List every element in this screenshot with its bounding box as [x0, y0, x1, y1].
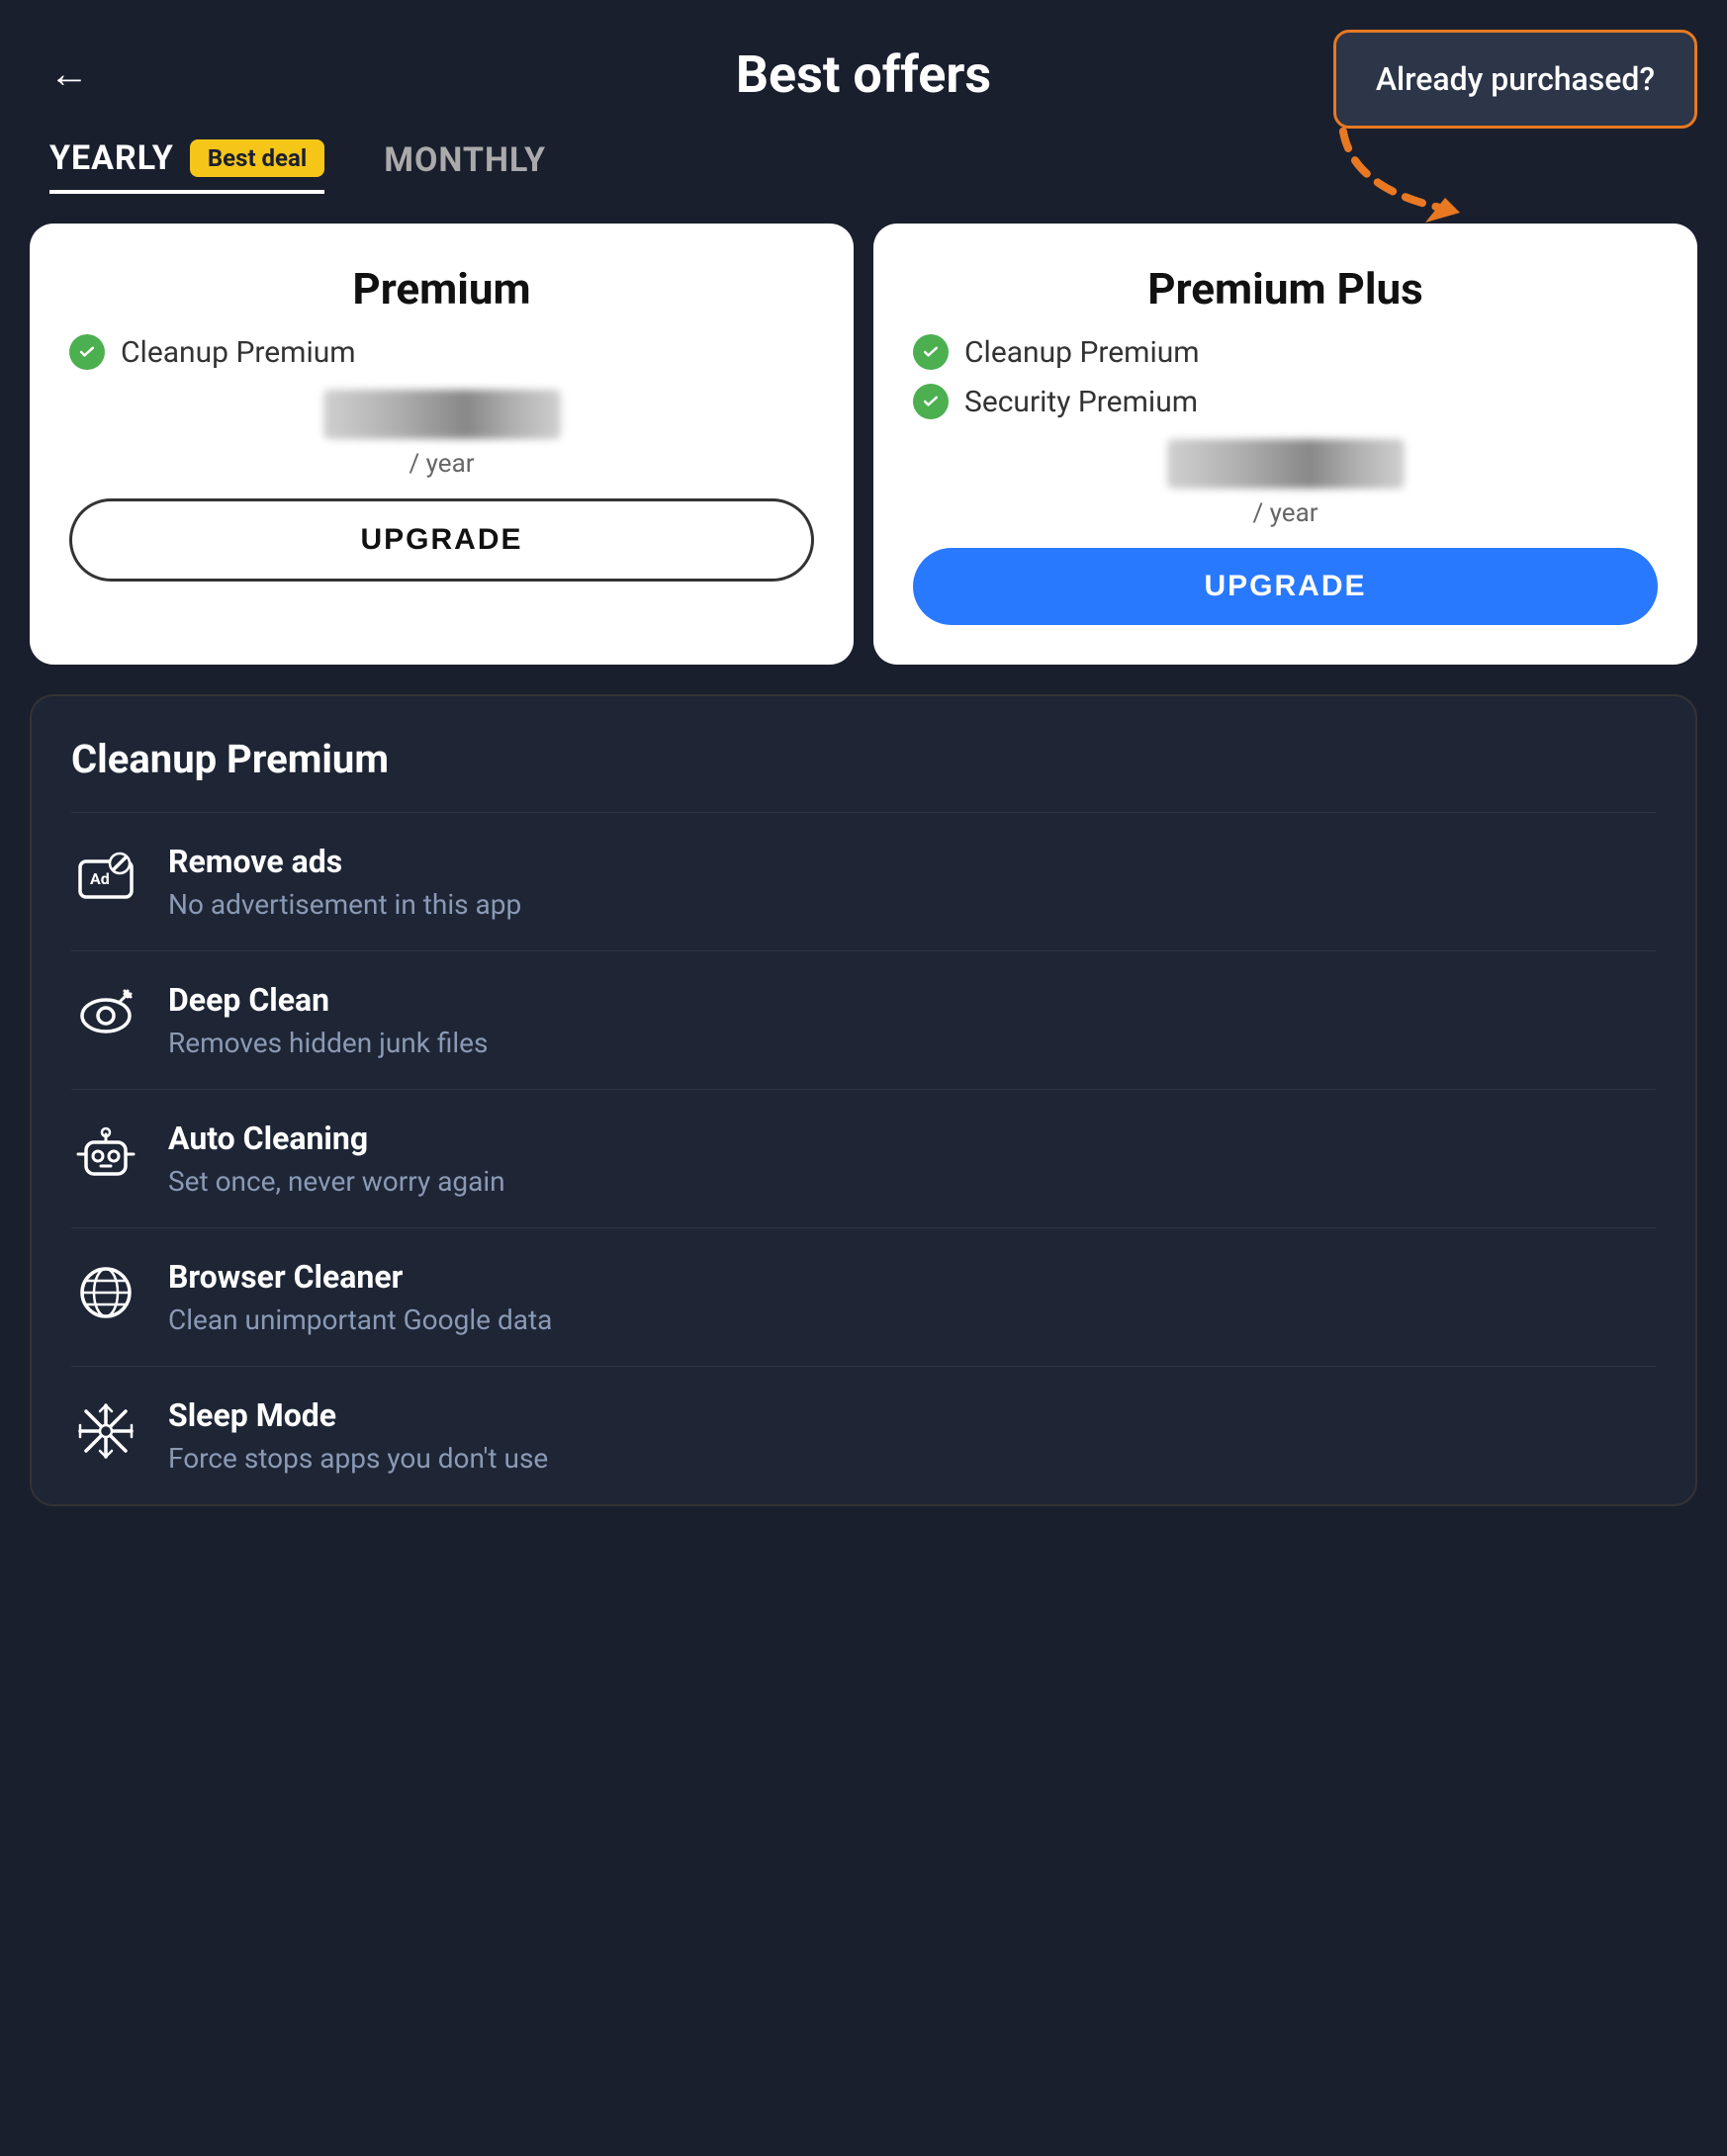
- feature-name-remove-ads: Remove ads: [168, 843, 521, 880]
- best-deal-badge: Best deal: [190, 139, 324, 177]
- plan-premium-features: Cleanup Premium: [69, 334, 814, 370]
- plan-premium-feature-text-0: Cleanup Premium: [121, 335, 356, 370]
- feature-name-sleep-mode: Sleep Mode: [168, 1396, 548, 1434]
- plan-premium-plus-feature-1: Security Premium: [913, 384, 1658, 419]
- feature-item-browser-cleaner: Browser Cleaner Clean unimportant Google…: [71, 1227, 1656, 1366]
- feature-desc-remove-ads: No advertisement in this app: [168, 888, 521, 921]
- feature-item-auto-cleaning: Auto Cleaning Set once, never worry agai…: [71, 1089, 1656, 1227]
- price-per-year-premium-plus: / year: [1252, 498, 1318, 528]
- plan-premium: Premium Cleanup Premium / year UPGRADE: [30, 224, 854, 665]
- tab-yearly-label: YEARLY: [49, 138, 174, 178]
- feature-item-deep-clean: Deep Clean Removes hidden junk files: [71, 950, 1656, 1089]
- plan-premium-plus-feature-0: Cleanup Premium: [913, 334, 1658, 370]
- upgrade-button-premium[interactable]: UPGRADE: [69, 498, 814, 582]
- feature-name-deep-clean: Deep Clean: [168, 981, 488, 1019]
- feature-name-auto-cleaning: Auto Cleaning: [168, 1120, 505, 1157]
- plan-premium-name: Premium: [69, 263, 814, 314]
- features-section-title: Cleanup Premium: [71, 736, 1656, 782]
- check-icon-0: [69, 334, 105, 370]
- plan-premium-feature-0: Cleanup Premium: [69, 334, 814, 370]
- globe-icon: [71, 1258, 140, 1327]
- feature-info-deep-clean: Deep Clean Removes hidden junk files: [168, 981, 488, 1059]
- feature-desc-auto-cleaning: Set once, never worry again: [168, 1165, 505, 1198]
- feature-name-browser-cleaner: Browser Cleaner: [168, 1258, 552, 1296]
- tab-monthly[interactable]: MONTHLY: [384, 140, 546, 192]
- billing-tabs: YEARLY Best deal MONTHLY: [0, 138, 1727, 194]
- eye-plus-icon: [71, 981, 140, 1050]
- tab-monthly-label: MONTHLY: [384, 140, 546, 180]
- plan-premium-price: / year: [69, 390, 814, 479]
- upgrade-button-premium-plus[interactable]: UPGRADE: [913, 548, 1658, 625]
- price-blur-premium: [323, 390, 561, 439]
- page-title: Best offers: [736, 45, 991, 105]
- feature-desc-sleep-mode: Force stops apps you don't use: [168, 1442, 548, 1475]
- plan-premium-plus-name: Premium Plus: [913, 263, 1658, 314]
- snowflake-icon: [71, 1396, 140, 1466]
- feature-info-browser-cleaner: Browser Cleaner Clean unimportant Google…: [168, 1258, 552, 1336]
- plans-container: Premium Cleanup Premium / year UPGRADE P…: [0, 224, 1727, 665]
- price-per-year-premium: / year: [409, 449, 474, 479]
- price-blur-premium-plus: [1167, 439, 1405, 489]
- feature-item-remove-ads: Ad Remove ads No advertisement in this a…: [71, 812, 1656, 950]
- ad-icon: Ad: [71, 843, 140, 912]
- plan-premium-plus-feature-text-1: Security Premium: [964, 385, 1198, 419]
- plan-premium-plus: Premium Plus Cleanup Premium Security Pr…: [873, 224, 1697, 665]
- check-icon-pp-1: [913, 384, 949, 419]
- back-button[interactable]: ←: [49, 52, 89, 97]
- features-section: Cleanup Premium Ad Remove ads No adverti…: [30, 694, 1697, 1506]
- feature-desc-browser-cleaner: Clean unimportant Google data: [168, 1303, 552, 1336]
- plan-premium-plus-feature-text-0: Cleanup Premium: [964, 335, 1200, 370]
- feature-info-sleep-mode: Sleep Mode Force stops apps you don't us…: [168, 1396, 548, 1475]
- tab-yearly[interactable]: YEARLY Best deal: [49, 138, 324, 194]
- robot-icon: [71, 1120, 140, 1189]
- already-purchased-tooltip[interactable]: Already purchased?: [1333, 30, 1697, 129]
- feature-item-sleep-mode: Sleep Mode Force stops apps you don't us…: [71, 1366, 1656, 1504]
- feature-desc-deep-clean: Removes hidden junk files: [168, 1027, 488, 1059]
- check-icon-pp-0: [913, 334, 949, 370]
- plan-premium-plus-features: Cleanup Premium Security Premium: [913, 334, 1658, 419]
- plan-premium-plus-price: / year: [913, 439, 1658, 528]
- svg-text:Ad: Ad: [90, 869, 110, 888]
- feature-info-auto-cleaning: Auto Cleaning Set once, never worry agai…: [168, 1120, 505, 1198]
- feature-info-remove-ads: Remove ads No advertisement in this app: [168, 843, 521, 921]
